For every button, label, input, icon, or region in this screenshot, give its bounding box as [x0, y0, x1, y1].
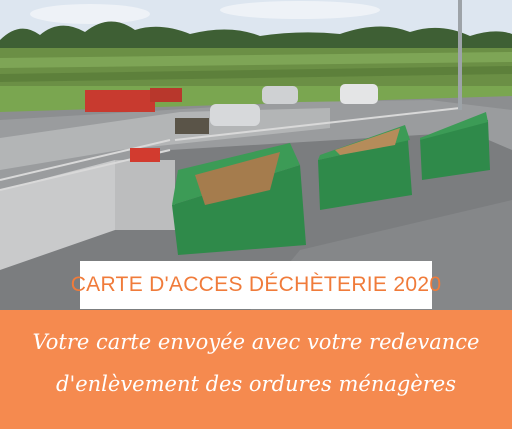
promo-card: CARTE D'ACCES DÉCHÈTERIE 2020 Votre cart…: [0, 0, 512, 429]
subtitle-line-1: Votre carte envoyée avec votre redevance: [32, 330, 480, 354]
orange-band: [0, 310, 512, 429]
subtitle-line-2: d'enlèvement des ordures ménagères: [56, 372, 456, 396]
card-title: CARTE D'ACCES DÉCHÈTERIE 2020: [70, 273, 442, 296]
title-box: CARTE D'ACCES DÉCHÈTERIE 2020: [71, 261, 441, 309]
